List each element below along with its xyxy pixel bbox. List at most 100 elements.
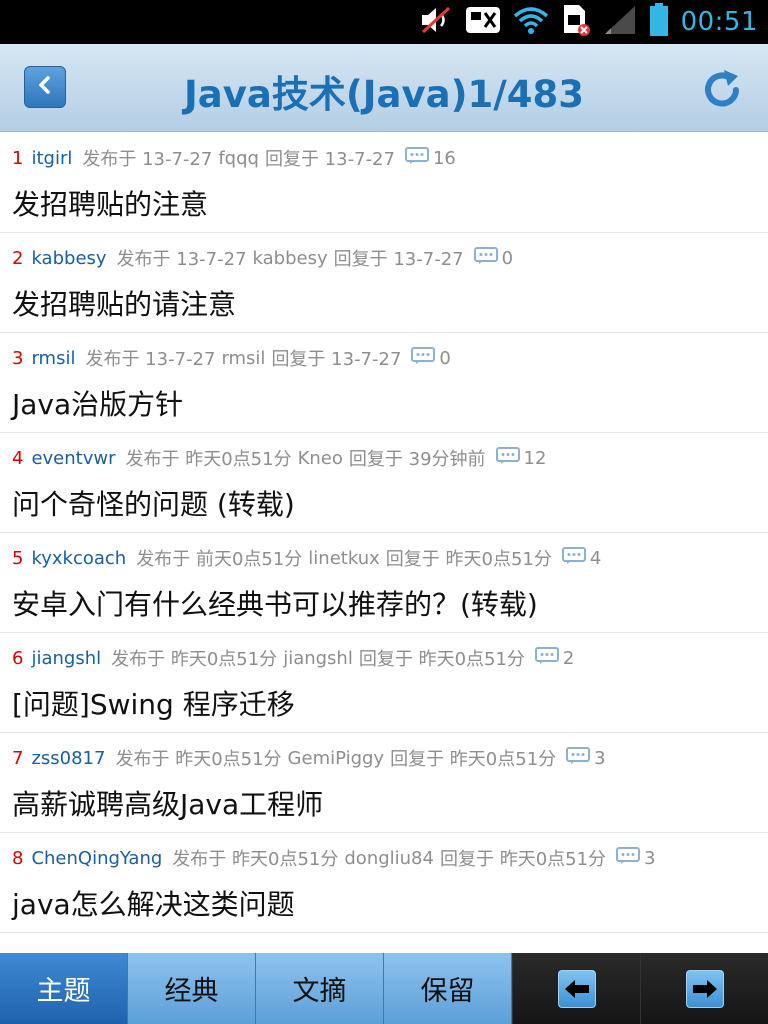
post-row-partial[interactable] xyxy=(0,933,768,953)
comment-count: 2 xyxy=(562,647,575,669)
post-date: 发布于 13-7-27 xyxy=(85,349,216,370)
post-meta: 7 zss0817 发布于 昨天0点51分 GemiPiggy 回复于 昨天0点51分 3 xyxy=(12,745,606,771)
post-index: 2 xyxy=(12,247,24,269)
post-replier: GemiPiggy xyxy=(287,747,385,769)
wifi-icon xyxy=(513,5,549,39)
post-index: 4 xyxy=(12,447,24,469)
tab-digest[interactable]: 文摘 xyxy=(256,953,384,1024)
arrow-right-icon xyxy=(685,969,724,1008)
post-title[interactable]: [问题]Swing 程序迁移 xyxy=(12,683,295,723)
post-meta: 2 kabbesy 发布于 13-7-27 kabbesy 回复于 13-7-27 0 xyxy=(12,245,513,271)
post-author[interactable]: zss0817 xyxy=(31,748,105,769)
notification-icon xyxy=(465,5,501,39)
post-meta: 8 ChenQingYang 发布于 昨天0点51分 dongliu84 回复于 昨天0… xyxy=(12,845,656,871)
post-list: 1 itgirl 发布于 13-7-27 fqqq 回复于 13-7-27 16 发招聘贴的… xyxy=(0,133,768,953)
comment-icon xyxy=(561,546,586,570)
post-row[interactable]: 8 ChenQingYang 发布于 昨天0点51分 dongliu84 回复于 昨天0… xyxy=(0,833,768,933)
bottom-tab-bar: 主题 经典 文摘 保留 xyxy=(0,953,768,1024)
post-meta: 6 jiangshl 发布于 昨天0点51分 jiangshl 回复于 昨天0点51分 2 xyxy=(12,645,574,671)
post-date: 发布于 昨天0点51分 xyxy=(115,749,282,770)
post-title[interactable]: 安卓入门有什么经典书可以推荐的？(转载) xyxy=(12,583,538,623)
post-date: 发布于 13-7-27 xyxy=(116,249,247,270)
post-date: 发布于 昨天0点51分 xyxy=(172,849,339,870)
comment-count: 0 xyxy=(439,347,451,369)
post-meta: 4 eventvwr 发布于 昨天0点51分 Kneo 回复于 39分钟前 12 xyxy=(12,445,546,471)
post-meta: 1 itgirl 发布于 13-7-27 fqqq 回复于 13-7-27 16 xyxy=(12,145,456,171)
post-index: 8 xyxy=(12,847,24,869)
page-navigation xyxy=(512,953,768,1024)
post-index: 6 xyxy=(12,647,24,669)
refresh-icon xyxy=(700,70,746,116)
post-row[interactable]: 2 kabbesy 发布于 13-7-27 kabbesy 回复于 13-7-27 0 发招… xyxy=(0,233,768,333)
post-replier: Kneo xyxy=(297,447,343,469)
tab-classic[interactable]: 经典 xyxy=(128,953,256,1024)
post-date: 发布于 13-7-27 xyxy=(82,149,213,170)
comment-icon xyxy=(473,246,498,270)
post-author[interactable]: rmsil xyxy=(31,348,75,369)
sim-error-icon xyxy=(561,3,591,41)
post-author[interactable]: kyxkcoach xyxy=(31,548,126,569)
refresh-button[interactable] xyxy=(700,66,746,112)
post-title[interactable]: java怎么解决这类问题 xyxy=(12,883,295,923)
post-row[interactable]: 7 zss0817 发布于 昨天0点51分 GemiPiggy 回复于 昨天0点51分 3… xyxy=(0,733,768,833)
comment-icon xyxy=(534,646,559,670)
status-icons: 00:51 xyxy=(419,0,758,44)
reply-date: 回复于 13-7-27 xyxy=(333,249,464,270)
post-row[interactable]: 4 eventvwr 发布于 昨天0点51分 Kneo 回复于 39分钟前 12 问个奇怪的… xyxy=(0,433,768,533)
comment-icon xyxy=(495,446,520,470)
post-index: 7 xyxy=(12,747,24,769)
comment-count: 3 xyxy=(594,747,606,769)
post-author[interactable]: kabbesy xyxy=(31,248,106,269)
post-replier: kabbesy xyxy=(252,247,328,269)
post-title[interactable]: 发招聘贴的请注意 xyxy=(12,283,236,323)
status-bar: 00:51 xyxy=(0,0,768,44)
post-title[interactable]: Java治版方针 xyxy=(12,383,183,423)
comment-count: 3 xyxy=(644,847,656,869)
post-date: 发布于 昨天0点51分 xyxy=(111,649,278,670)
reply-date: 回复于 39分钟前 xyxy=(348,449,486,470)
comment-icon xyxy=(616,846,641,870)
post-date: 发布于 前天0点51分 xyxy=(136,549,303,570)
post-index: 5 xyxy=(12,547,24,569)
post-row[interactable]: 6 jiangshl 发布于 昨天0点51分 jiangshl 回复于 昨天0点51分 2… xyxy=(0,633,768,733)
post-replier: rmsil xyxy=(221,347,266,369)
post-author[interactable]: jiangshl xyxy=(31,648,101,669)
reply-date: 回复于 13-7-27 xyxy=(271,349,402,370)
post-title[interactable]: 高薪诚聘高级Java工程师 xyxy=(12,783,323,823)
post-replier: linetkux xyxy=(308,547,380,569)
arrow-left-icon xyxy=(557,969,596,1008)
comment-count: 16 xyxy=(432,147,456,169)
post-title[interactable]: 问个奇怪的问题 (转载) xyxy=(12,483,295,523)
post-replier: dongliu84 xyxy=(344,847,434,869)
reply-date: 回复于 昨天0点51分 xyxy=(390,749,557,770)
post-meta: 5 kyxkcoach 发布于 前天0点51分 linetkux 回复于 昨天0点51分… xyxy=(12,545,601,571)
tab-topics[interactable]: 主题 xyxy=(0,953,128,1024)
post-index: 1 xyxy=(12,147,24,169)
post-replier: fqqq xyxy=(218,147,259,169)
comment-count: 12 xyxy=(523,447,547,469)
muted-speaker-icon xyxy=(419,5,453,39)
battery-icon xyxy=(649,3,669,41)
post-row[interactable]: 3 rmsil 发布于 13-7-27 rmsil 回复于 13-7-27 0 Java治版… xyxy=(0,333,768,433)
signal-icon xyxy=(603,4,637,40)
post-author[interactable]: eventvwr xyxy=(31,448,115,469)
post-meta: 3 rmsil 发布于 13-7-27 rmsil 回复于 13-7-27 0 xyxy=(12,345,451,371)
post-author[interactable]: ChenQingYang xyxy=(31,848,162,869)
comment-count: 0 xyxy=(501,247,514,269)
tab-reserved[interactable]: 保留 xyxy=(384,953,512,1024)
reply-date: 回复于 昨天0点51分 xyxy=(385,549,552,570)
post-row[interactable]: 5 kyxkcoach 发布于 前天0点51分 linetkux 回复于 昨天0点51分… xyxy=(0,533,768,633)
post-author[interactable]: itgirl xyxy=(31,148,72,169)
post-row[interactable]: 1 itgirl 发布于 13-7-27 fqqq 回复于 13-7-27 16 发招聘贴的… xyxy=(0,133,768,233)
page-title: Java技术(Java)1/483 xyxy=(184,73,584,116)
prev-page-button[interactable] xyxy=(512,953,640,1024)
reply-date: 回复于 昨天0点51分 xyxy=(358,649,525,670)
comment-icon xyxy=(404,146,429,170)
post-replier: jiangshl xyxy=(283,647,353,669)
status-time: 00:51 xyxy=(680,7,758,37)
next-page-button[interactable] xyxy=(640,953,768,1024)
post-title[interactable]: 发招聘贴的注意 xyxy=(12,183,208,223)
reply-date: 回复于 13-7-27 xyxy=(264,149,395,170)
post-index: 3 xyxy=(12,347,24,369)
reply-date: 回复于 昨天0点51分 xyxy=(439,849,607,870)
